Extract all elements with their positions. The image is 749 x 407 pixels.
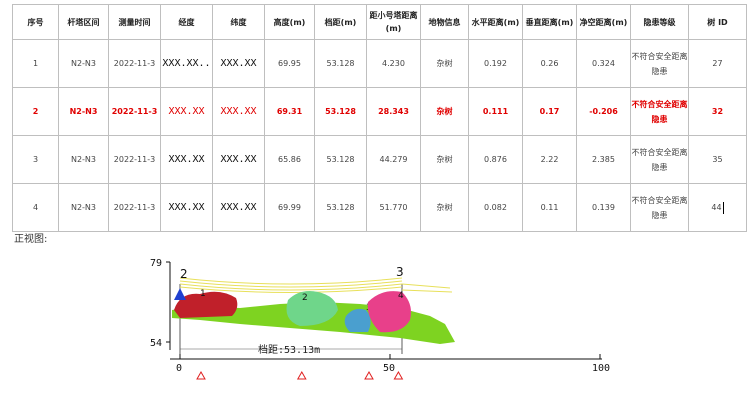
y-max-label: 79 (150, 258, 162, 269)
cell-tree-id[interactable]: 44 (688, 183, 747, 232)
header-tree-id: 树 ID (688, 4, 747, 40)
cell-clear[interactable]: 0.139 (576, 183, 631, 232)
tower-label-3: 3 (396, 265, 404, 279)
cell-time[interactable]: 2022-11-3 (108, 135, 161, 184)
cell-level[interactable]: 不符合安全距离隐患 (630, 87, 689, 136)
header-time: 测量时间 (108, 4, 161, 40)
cell-clear[interactable]: -0.206 (576, 87, 631, 136)
cell-no[interactable]: 3 (12, 135, 59, 184)
cell-object[interactable]: 杂树 (420, 183, 469, 232)
cell-time[interactable]: 2022-11-3 (108, 183, 161, 232)
cell-no[interactable]: 1 (12, 39, 59, 88)
cell-lon[interactable]: XXX.XX (160, 87, 213, 136)
cell-dist[interactable]: 44.279 (366, 135, 421, 184)
front-view-label: 正视图: (14, 234, 48, 245)
hazard-triangle-2 (296, 370, 307, 380)
cell-span[interactable]: 53.128 (314, 183, 367, 232)
header-lat: 纬度 (212, 4, 265, 40)
header-clear: 净空距离(m) (576, 4, 631, 40)
cell-tree-id[interactable]: 35 (688, 135, 747, 184)
cell-horiz[interactable]: 0.876 (468, 135, 523, 184)
cell-object[interactable]: 杂树 (420, 87, 469, 136)
cell-lat[interactable]: XXX.XX (212, 135, 265, 184)
table-row-alert[interactable]: 2 N2-N3 2022-11-3 XXX.XX XXX.XX 69.31 53… (12, 87, 747, 136)
cell-span[interactable]: 53.128 (314, 39, 367, 88)
span-label: 档距:53.13m (258, 343, 320, 356)
cell-height[interactable]: 69.95 (264, 39, 315, 88)
hazard-triangle-3 (364, 370, 374, 380)
conductor-lines (179, 277, 453, 293)
cell-vert[interactable]: 0.26 (522, 39, 577, 88)
cell-vert[interactable]: 2.22 (522, 135, 577, 184)
cell-section[interactable]: N2-N3 (58, 39, 109, 88)
cell-height[interactable]: 69.99 (264, 183, 315, 232)
cell-level[interactable]: 不符合安全距离隐患 (630, 39, 689, 88)
cell-level[interactable]: 不符合安全距离隐患 (630, 135, 689, 184)
header-lon: 经度 (160, 4, 213, 40)
header-no: 序号 (12, 4, 59, 40)
table-row[interactable]: 4 N2-N3 2022-11-3 XXX.XX XXX.XX 69.99 53… (12, 183, 747, 232)
header-horiz: 水平距离(m) (468, 4, 523, 40)
header-object: 地物信息 (420, 4, 469, 40)
hazard-triangle-4 (393, 370, 404, 380)
header-span: 档距(m) (314, 4, 367, 40)
cell-lat[interactable]: XXX.XX (212, 87, 265, 136)
table-row[interactable]: 1 N2-N3 2022-11-3 XXX.XX.. XXX.XX 69.95 … (12, 39, 747, 88)
cell-dist[interactable]: 28.343 (366, 87, 421, 136)
tree-label-1: 1 (200, 289, 206, 299)
cell-vert[interactable]: 0.11 (522, 183, 577, 232)
tree-label-2: 2 (302, 293, 308, 303)
y-min-label: 54 (150, 338, 162, 349)
cell-height[interactable]: 65.86 (264, 135, 315, 184)
cell-lon[interactable]: XXX.XX (160, 135, 213, 184)
hazard-markers (196, 370, 404, 380)
cell-height[interactable]: 69.31 (264, 87, 315, 136)
cell-lon[interactable]: XXX.XX (160, 183, 213, 232)
front-view-plot: 79 54 0 50 100 档距:53.13m 1234 2 3 (150, 258, 610, 380)
hazard-table: 序号 杆塔区间 测量时间 经度 纬度 高度(m) 档距(m) 距小号塔距离(m)… (12, 4, 747, 232)
cell-section[interactable]: N2-N3 (58, 135, 109, 184)
cell-lat[interactable]: XXX.XX (212, 39, 265, 88)
cell-clear[interactable]: 2.385 (576, 135, 631, 184)
header-dist: 距小号塔距离(m) (366, 4, 421, 40)
cell-span[interactable]: 53.128 (314, 87, 367, 136)
cell-no[interactable]: 2 (12, 87, 59, 136)
table-header-row: 序号 杆塔区间 测量时间 经度 纬度 高度(m) 档距(m) 距小号塔距离(m)… (12, 4, 747, 40)
cell-clear[interactable]: 0.324 (576, 39, 631, 88)
cell-tree-id[interactable]: 32 (688, 87, 747, 136)
cell-level[interactable]: 不符合安全距离隐患 (630, 183, 689, 232)
tower-base-shape (174, 288, 186, 300)
tree-label-4: 4 (398, 291, 404, 301)
header-height: 高度(m) (264, 4, 315, 40)
text-caret (722, 201, 724, 214)
header-vert: 垂直距离(m) (522, 4, 577, 40)
cell-section[interactable]: N2-N3 (58, 87, 109, 136)
header-level: 隐患等级 (630, 4, 689, 40)
cell-dist[interactable]: 51.770 (366, 183, 421, 232)
x-tick-label-100: 100 (592, 363, 610, 374)
x-tick-label-0: 0 (176, 363, 182, 374)
cell-horiz[interactable]: 0.192 (468, 39, 523, 88)
cell-section[interactable]: N2-N3 (58, 183, 109, 232)
hazard-triangle-1 (196, 370, 206, 380)
cell-lat[interactable]: XXX.XX (212, 183, 265, 232)
cell-time[interactable]: 2022-11-3 (108, 87, 161, 136)
table-row[interactable]: 3 N2-N3 2022-11-3 XXX.XX XXX.XX 65.86 53… (12, 135, 747, 184)
cell-object[interactable]: 杂树 (420, 135, 469, 184)
cell-no[interactable]: 4 (12, 183, 59, 232)
cell-span[interactable]: 53.128 (314, 135, 367, 184)
cell-lon[interactable]: XXX.XX.. (160, 39, 213, 88)
header-section: 杆塔区间 (58, 4, 109, 40)
cell-object[interactable]: 杂树 (420, 39, 469, 88)
tree-id-value[interactable]: 44 (711, 203, 721, 212)
tower-label-2: 2 (180, 267, 188, 281)
cell-horiz[interactable]: 0.082 (468, 183, 523, 232)
cell-horiz[interactable]: 0.111 (468, 87, 523, 136)
x-tick-label-50: 50 (383, 363, 395, 374)
cell-vert[interactable]: 0.17 (522, 87, 577, 136)
cell-dist[interactable]: 4.230 (366, 39, 421, 88)
cell-tree-id[interactable]: 27 (688, 39, 747, 88)
cell-time[interactable]: 2022-11-3 (108, 39, 161, 88)
